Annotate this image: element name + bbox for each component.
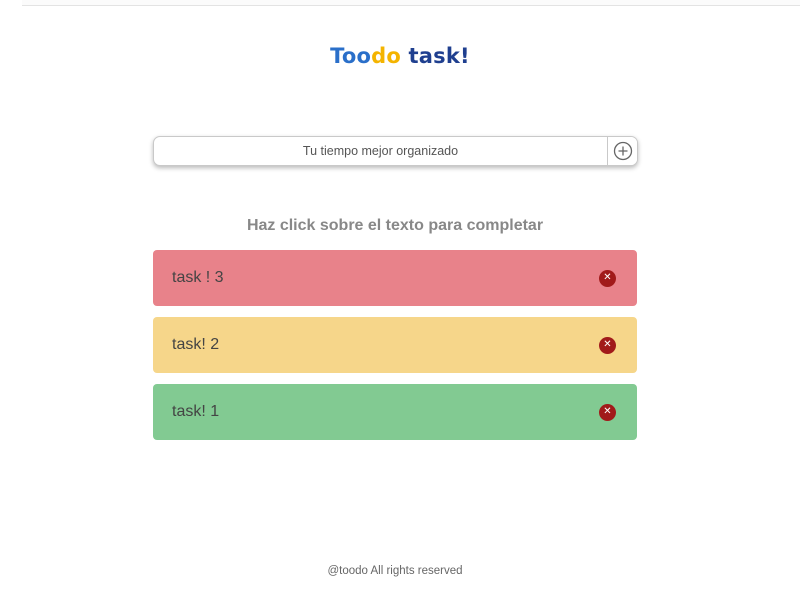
task-item[interactable]: task! 2 ✕ [153,317,637,373]
instructions-text: Haz click sobre el texto para completar [246,217,544,234]
task-text[interactable]: task! 1 [172,403,219,421]
footer-text: @toodo All rights reserved [327,565,463,577]
task-text[interactable]: task! 2 [172,336,219,354]
new-task-form [153,136,638,166]
add-task-button[interactable] [607,137,637,165]
top-divider [22,0,800,6]
task-list: task ! 3 ✕ task! 2 ✕ task! 1 ✕ [153,250,637,451]
task-item[interactable]: task ! 3 ✕ [153,250,637,306]
app-logo: Toodo task! [0,44,800,68]
logo-part-2: do [371,44,402,68]
new-task-input[interactable] [154,137,607,165]
task-text[interactable]: task ! 3 [172,269,224,287]
page: Toodo task! Haz click sobre el texto par… [0,0,800,600]
logo-part-3: task! [401,44,470,68]
close-circle-icon[interactable]: ✕ [599,269,616,287]
close-circle-icon[interactable]: ✕ [599,403,616,421]
plus-circle-icon [613,141,632,161]
logo-part-1: Too [330,44,372,68]
task-item[interactable]: task! 1 ✕ [153,384,637,440]
close-circle-icon[interactable]: ✕ [599,336,616,354]
